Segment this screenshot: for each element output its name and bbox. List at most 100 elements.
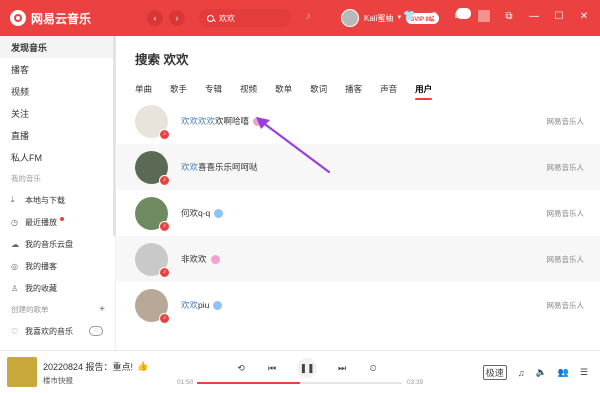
sidebar-item-fm[interactable]: 私人FM	[0, 146, 115, 168]
app-logo[interactable]: 网易云音乐	[10, 10, 125, 27]
user-avatar[interactable]: ♪	[135, 104, 170, 140]
pause-button[interactable]: ❚❚	[297, 358, 317, 378]
previous-icon[interactable]: ⏮	[266, 363, 278, 374]
player-bar: 20220824 报告：重点! 👍 楼市快报 ⟲ ⏮ ❚❚ ⏭ ⏲ 01:50 …	[0, 350, 600, 393]
sidebar-scrollbar[interactable]	[113, 36, 116, 236]
user-source: 网易音乐人	[546, 116, 585, 126]
user-row[interactable]: ♪ 欢欢 piu 网易音乐人	[117, 282, 600, 328]
tab-users[interactable]: 用户	[415, 83, 433, 100]
window-controls: 👕 ⚙ ✉33 ⧉ — ☐ ✕	[403, 7, 590, 22]
close-icon[interactable]: ✕	[578, 11, 590, 22]
sidebar-item-collection[interactable]: ♙ 我的收藏	[0, 277, 115, 299]
netease-badge-icon: ♪	[159, 266, 170, 278]
maximize-icon[interactable]: ☐	[553, 11, 565, 22]
created-header-label: 创建的歌单	[11, 305, 49, 314]
total-time: 03:39	[407, 379, 424, 386]
sidebar-item-recent[interactable]: ◷ 最近播放	[0, 211, 115, 233]
sidebar-item-my-podcast[interactable]: ◎ 我的播客	[0, 255, 115, 277]
user-name[interactable]: 非欢欢	[181, 253, 220, 265]
user-row[interactable]: ♪ 何欢q-q 网易音乐人	[117, 190, 600, 236]
album-cover[interactable]	[7, 357, 37, 387]
user-source: 网易音乐人	[546, 162, 585, 172]
user-source: 网易音乐人	[546, 300, 585, 310]
tab-artists[interactable]: 歌手	[170, 83, 187, 95]
chevron-down-icon[interactable]: ▼	[396, 15, 402, 21]
user-avatar[interactable]: ♪	[135, 196, 170, 232]
created-playlists-header: 创建的歌单 +	[0, 299, 115, 320]
microphone-icon[interactable]: ♪	[301, 11, 315, 25]
search-input[interactable]: 欢欢	[199, 9, 291, 27]
add-playlist-button[interactable]: +	[99, 304, 105, 315]
heart-icon: ♡	[11, 326, 19, 336]
netease-badge-icon: ♪	[159, 312, 170, 324]
sound-effect-icon[interactable]: ♫	[518, 368, 525, 378]
forward-button[interactable]: ›	[169, 10, 185, 26]
user-name[interactable]: Kali蜜柚	[364, 13, 393, 24]
volume-icon[interactable]: 🔈	[535, 367, 546, 378]
tab-albums[interactable]: 专辑	[205, 83, 222, 95]
sidebar-item-live[interactable]: 直播	[0, 124, 115, 146]
loop-icon[interactable]: ⟲	[235, 363, 247, 374]
skin-icon[interactable]: 👕	[403, 11, 415, 22]
tab-videos[interactable]: 视频	[240, 83, 257, 95]
mail-count-badge: 33	[455, 7, 471, 19]
app-name: 网易云音乐	[31, 11, 92, 26]
sidebar-item-video[interactable]: 视频	[0, 80, 115, 102]
user-name[interactable]: 欢欢 piu	[181, 299, 223, 311]
sidebar-item-cloud[interactable]: ☁ 我的音乐云盘	[0, 233, 115, 255]
mini-mode-icon[interactable]: ⧉	[503, 11, 515, 22]
user-avatar[interactable]: ♪	[135, 288, 170, 324]
song-title[interactable]: 20220824 报告：重点!	[43, 360, 133, 373]
quality-button[interactable]: 极速	[482, 365, 507, 380]
user-row[interactable]: ♪ 欢欢欢欢 欢啊哈嘻 网易音乐人	[117, 98, 600, 144]
divider	[478, 10, 490, 22]
search-results-panel: 搜索 欢欢 单曲 歌手 专辑 视频 歌单 歌词 播客 声音 用户 ♪ 欢欢欢欢 欢啊…	[117, 36, 600, 350]
annotation-arrow	[256, 117, 331, 174]
sidebar-item-liked-music[interactable]: ♡ 我喜欢的音乐 ♡	[0, 320, 115, 342]
user-avatar[interactable]: ♪	[135, 242, 170, 278]
user-row[interactable]: ♪ 非欢欢 网易音乐人	[117, 236, 600, 282]
collection-icon: ♙	[11, 283, 19, 293]
timer-icon[interactable]: ⏲	[367, 363, 379, 374]
download-icon: ⤓	[11, 195, 15, 204]
mail-icon[interactable]: ✉33	[453, 7, 471, 22]
tab-songs[interactable]: 单曲	[135, 83, 152, 95]
netease-badge-icon: ♪	[159, 174, 170, 186]
sidebar-item-podcast[interactable]: 播客	[0, 58, 115, 80]
progress-bar[interactable]	[197, 382, 402, 384]
minimize-icon[interactable]: —	[528, 11, 540, 22]
tab-podcasts[interactable]: 播客	[345, 83, 362, 95]
sidebar-item-follow[interactable]: 关注	[0, 102, 115, 124]
now-playing: 20220824 报告：重点! 👍	[43, 360, 148, 373]
playlist-icon[interactable]: ☰	[580, 367, 588, 378]
sidebar-item-label: 我的播客	[25, 261, 57, 271]
app-window: 网易云音乐 ‹ › 欢欢 ♪ Kali蜜柚 ▼ SVIP 8级 👕 ⚙ ✉33 …	[0, 0, 600, 393]
user-name[interactable]: 欢欢 喜喜乐乐呵呵哒	[181, 161, 258, 173]
name-rest: 欢啊哈嘻	[215, 116, 250, 126]
tab-playlists[interactable]: 歌单	[275, 83, 292, 95]
user-name[interactable]: 欢欢欢欢 欢啊哈嘻	[181, 115, 263, 127]
sidebar-item-discover[interactable]: 发现音乐	[0, 36, 115, 58]
podcast-icon: ◎	[11, 261, 18, 271]
back-button[interactable]: ‹	[147, 10, 163, 26]
sidebar-item-local-download[interactable]: ⤓ 本地与下载	[0, 189, 115, 211]
like-icon[interactable]: 👍	[137, 361, 148, 372]
tab-sounds[interactable]: 声音	[380, 83, 397, 95]
search-value: 欢欢	[219, 13, 235, 23]
search-icon	[207, 14, 214, 22]
heart-mode-button[interactable]: ♡	[89, 326, 103, 336]
name-highlight: 欢欢欢欢	[181, 116, 216, 126]
tab-lyrics[interactable]: 歌词	[310, 83, 327, 95]
user-name[interactable]: 何欢q-q	[181, 207, 224, 219]
gear-icon[interactable]: ⚙	[428, 11, 440, 22]
sidebar-item-label: 最近播放	[25, 217, 57, 227]
next-icon[interactable]: ⏭	[336, 363, 348, 374]
user-row[interactable]: ♪ 欢欢 喜喜乐乐呵呵哒 网易音乐人	[117, 144, 600, 190]
listen-together-icon[interactable]: 👥	[558, 367, 569, 378]
user-avatar[interactable]	[341, 9, 359, 27]
user-avatar[interactable]: ♪	[135, 150, 170, 186]
artist-name[interactable]: 楼市快报	[43, 375, 73, 386]
name-rest: 何欢q-q	[181, 208, 211, 218]
name-rest: 喜喜乐乐呵呵哒	[198, 162, 258, 172]
name-highlight: 欢欢	[181, 300, 199, 310]
